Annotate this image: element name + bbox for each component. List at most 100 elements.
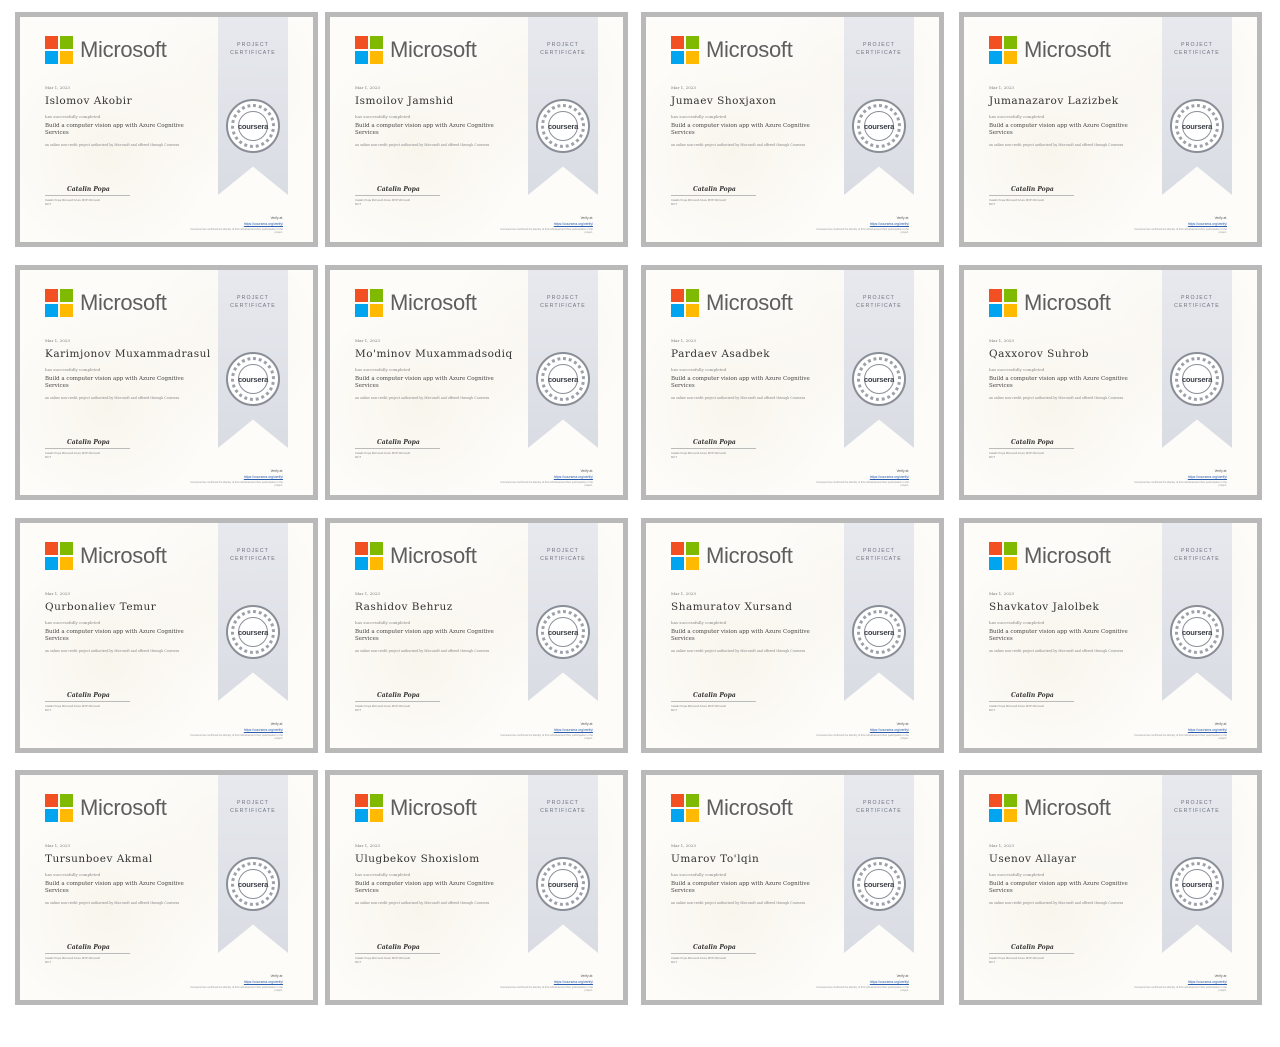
ribbon-line-certificate: CERTIFICATE — [540, 50, 586, 56]
certificate-card: Microsoft Mar 1, 2023 Mo'minov Muxammads… — [325, 265, 628, 500]
verify-link[interactable]: https://coursera.org/verify/ — [554, 728, 593, 732]
signature: Catalin Popa — [67, 186, 110, 193]
ribbon-line-project: PROJECT — [547, 42, 579, 48]
issue-date: Mar 1, 2023 — [671, 85, 696, 90]
microsoft-brand: Microsoft — [45, 288, 167, 318]
certificate-card: Microsoft Mar 1, 2023 Qurbonaliev Temur … — [15, 518, 318, 753]
completed-text: has successfully completed — [989, 114, 1045, 119]
certificate-card: Microsoft Mar 1, 2023 Islomov Akobir has… — [15, 12, 318, 247]
verify-link[interactable]: https://coursera.org/verify/ — [870, 475, 909, 479]
seal-brand: coursera — [547, 121, 579, 131]
microsoft-brand: Microsoft — [355, 288, 477, 318]
microsoft-logo-icon — [45, 36, 73, 64]
seal-brand: coursera — [863, 879, 895, 889]
microsoft-wordmark: Microsoft — [1024, 795, 1111, 820]
signature-line — [45, 448, 130, 449]
ribbon-line-certificate: CERTIFICATE — [230, 50, 276, 56]
verify-link[interactable]: https://coursera.org/verify/ — [554, 475, 593, 479]
ribbon-line-certificate: CERTIFICATE — [540, 303, 586, 309]
coursera-seal-icon: coursera — [1170, 857, 1224, 911]
course-title: Build a computer vision app with Azure C… — [671, 123, 810, 136]
microsoft-brand: Microsoft — [355, 541, 477, 571]
verify-label: Verify at: — [896, 216, 909, 220]
verify-link[interactable]: https://coursera.org/verify/ — [1188, 475, 1227, 479]
course-description: an online non-credit project authorized … — [45, 396, 180, 400]
verify-link[interactable]: https://coursera.org/verify/ — [1188, 980, 1227, 984]
completed-text: has successfully completed — [45, 872, 101, 877]
ribbon-label: PROJECT CERTIFICATE — [844, 547, 914, 563]
microsoft-brand: Microsoft — [671, 35, 793, 65]
verify-link[interactable]: https://coursera.org/verify/ — [1188, 222, 1227, 226]
signer-details: Catalin Popa Microsoft Azure MVP Microso… — [355, 198, 410, 206]
seal-brand: coursera — [547, 879, 579, 889]
signature-line — [989, 953, 1074, 954]
ribbon-line-project: PROJECT — [1181, 548, 1213, 554]
recipient-name: Usenov Allayar — [989, 853, 1077, 865]
microsoft-brand: Microsoft — [355, 35, 477, 65]
coursera-seal-icon: coursera — [1170, 99, 1224, 153]
course-title: Build a computer vision app with Azure C… — [355, 881, 494, 894]
verify-link[interactable]: https://coursera.org/verify/ — [244, 728, 283, 732]
signature: Catalin Popa — [693, 439, 736, 446]
ribbon-line-project: PROJECT — [1181, 295, 1213, 301]
certificate-card: Microsoft Mar 1, 2023 Karimjonov Muxamma… — [15, 265, 318, 500]
microsoft-wordmark: Microsoft — [706, 290, 793, 315]
microsoft-brand: Microsoft — [45, 541, 167, 571]
recipient-name: Qaxxorov Suhrob — [989, 348, 1089, 360]
verify-link[interactable]: https://coursera.org/verify/ — [244, 222, 283, 226]
certificate-card: Microsoft Mar 1, 2023 Umarov To'lqin has… — [641, 770, 944, 1005]
course-description: an online non-credit project authorized … — [989, 396, 1124, 400]
completed-text: has successfully completed — [45, 114, 101, 119]
signature-line — [989, 195, 1074, 196]
recipient-name: Jumanazarov Lazizbek — [989, 95, 1119, 107]
course-description: an online non-credit project authorized … — [45, 649, 180, 653]
ribbon-line-certificate: CERTIFICATE — [856, 303, 902, 309]
verify-link[interactable]: https://coursera.org/verify/ — [870, 222, 909, 226]
certificate-card: Microsoft Mar 1, 2023 Ismoilov Jamshid h… — [325, 12, 628, 247]
verify-link[interactable]: https://coursera.org/verify/ — [870, 728, 909, 732]
signature: Catalin Popa — [67, 944, 110, 951]
course-description: an online non-credit project authorized … — [989, 649, 1124, 653]
ribbon-line-project: PROJECT — [863, 295, 895, 301]
microsoft-brand: Microsoft — [989, 541, 1111, 571]
certificate-card: Microsoft Mar 1, 2023 Pardaev Asadbek ha… — [641, 265, 944, 500]
signature-line — [355, 448, 440, 449]
verify-link[interactable]: https://coursera.org/verify/ — [244, 475, 283, 479]
verification-footnote: Coursera has confirmed the identity of t… — [190, 986, 283, 992]
ribbon-line-project: PROJECT — [237, 295, 269, 301]
ribbon-line-certificate: CERTIFICATE — [540, 556, 586, 562]
ribbon-line-project: PROJECT — [237, 800, 269, 806]
verify-label: Verify at: — [896, 722, 909, 726]
verify-link[interactable]: https://coursera.org/verify/ — [554, 222, 593, 226]
verify-link[interactable]: https://coursera.org/verify/ — [870, 980, 909, 984]
certificate-card: Microsoft Mar 1, 2023 Shamuratov Xursand… — [641, 518, 944, 753]
ribbon-label: PROJECT CERTIFICATE — [1162, 799, 1232, 815]
microsoft-logo-icon — [45, 542, 73, 570]
signer-details: Catalin Popa Microsoft Azure MVP Microso… — [355, 451, 410, 459]
verify-label: Verify at: — [1214, 216, 1227, 220]
microsoft-wordmark: Microsoft — [80, 795, 167, 820]
certificate-card: Microsoft Mar 1, 2023 Shavkatov Jalolbek… — [959, 518, 1262, 753]
microsoft-logo-icon — [989, 36, 1017, 64]
verify-link[interactable]: https://coursera.org/verify/ — [1188, 728, 1227, 732]
ribbon-line-certificate: CERTIFICATE — [540, 808, 586, 814]
recipient-name: Ismoilov Jamshid — [355, 95, 454, 107]
verification-footnote: Coursera has confirmed the identity of t… — [190, 228, 283, 234]
coursera-seal-icon: coursera — [226, 352, 280, 406]
ribbon-label: PROJECT CERTIFICATE — [844, 294, 914, 310]
signer-details: Catalin Popa Microsoft Azure MVP Microso… — [671, 198, 726, 206]
verify-label: Verify at: — [580, 469, 593, 473]
coursera-seal-icon: coursera — [852, 352, 906, 406]
verification-footnote: Coursera has confirmed the identity of t… — [1134, 986, 1227, 992]
certificate-card: Microsoft Mar 1, 2023 Ulugbekov Shoxislo… — [325, 770, 628, 1005]
course-description: an online non-credit project authorized … — [45, 901, 180, 905]
seal-brand: coursera — [237, 374, 269, 384]
verify-link[interactable]: https://coursera.org/verify/ — [244, 980, 283, 984]
course-description: an online non-credit project authorized … — [355, 901, 490, 905]
course-title: Build a computer vision app with Azure C… — [355, 123, 494, 136]
microsoft-wordmark: Microsoft — [390, 795, 477, 820]
verify-link[interactable]: https://coursera.org/verify/ — [554, 980, 593, 984]
seal-brand: coursera — [1181, 627, 1213, 637]
seal-brand: coursera — [237, 121, 269, 131]
coursera-seal-icon: coursera — [852, 605, 906, 659]
